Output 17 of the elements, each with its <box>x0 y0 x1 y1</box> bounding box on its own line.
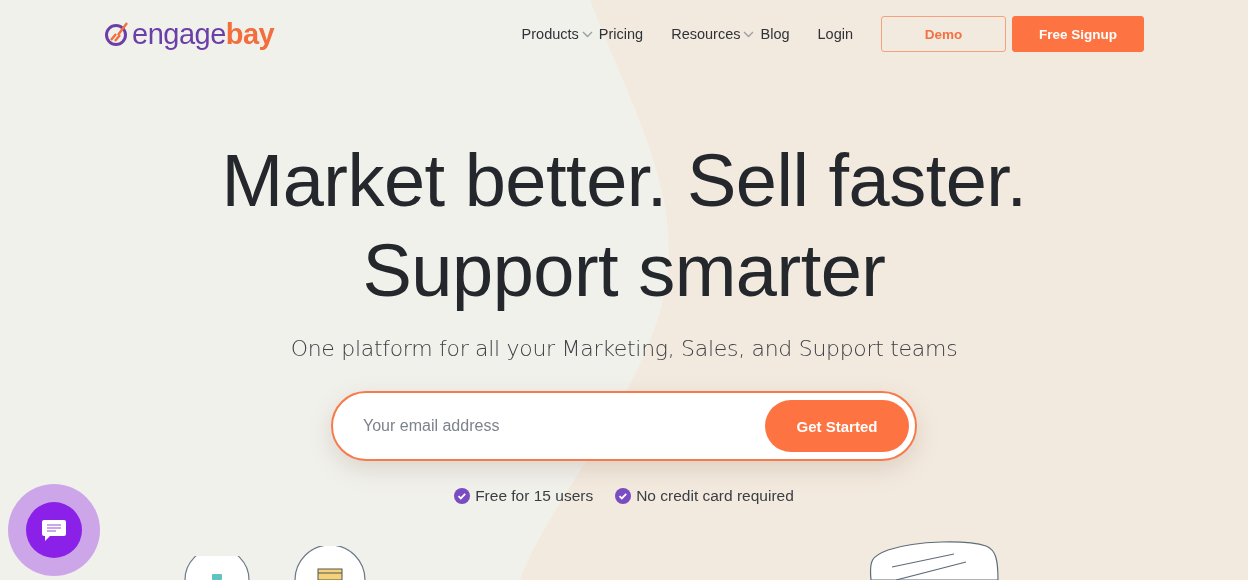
perk-label: Free for 15 users <box>475 487 594 505</box>
logo-icon <box>104 21 130 47</box>
nav-link[interactable]: Resources <box>671 26 755 42</box>
chat-icon <box>40 517 68 543</box>
nav-link[interactable]: Pricing <box>598 26 644 42</box>
chevron-down-icon <box>743 30 755 38</box>
check-circle-icon <box>454 488 471 504</box>
perk-label: No credit card required <box>636 487 794 505</box>
subtitle: One platform for all your Marketing, Sales, and Support teams <box>290 336 958 361</box>
nav-link[interactable]: Blog <box>760 26 790 42</box>
nav-link[interactable]: Login <box>817 26 853 42</box>
headline: Market better. Sell faster. Support smarter <box>221 138 1027 314</box>
nav-link[interactable]: Products <box>521 26 593 42</box>
note-card-icon <box>868 540 1000 580</box>
logo-wordmark[interactable]: engagebay <box>132 19 275 49</box>
chevron-down-icon <box>581 30 593 38</box>
check-circle-icon <box>615 488 632 504</box>
